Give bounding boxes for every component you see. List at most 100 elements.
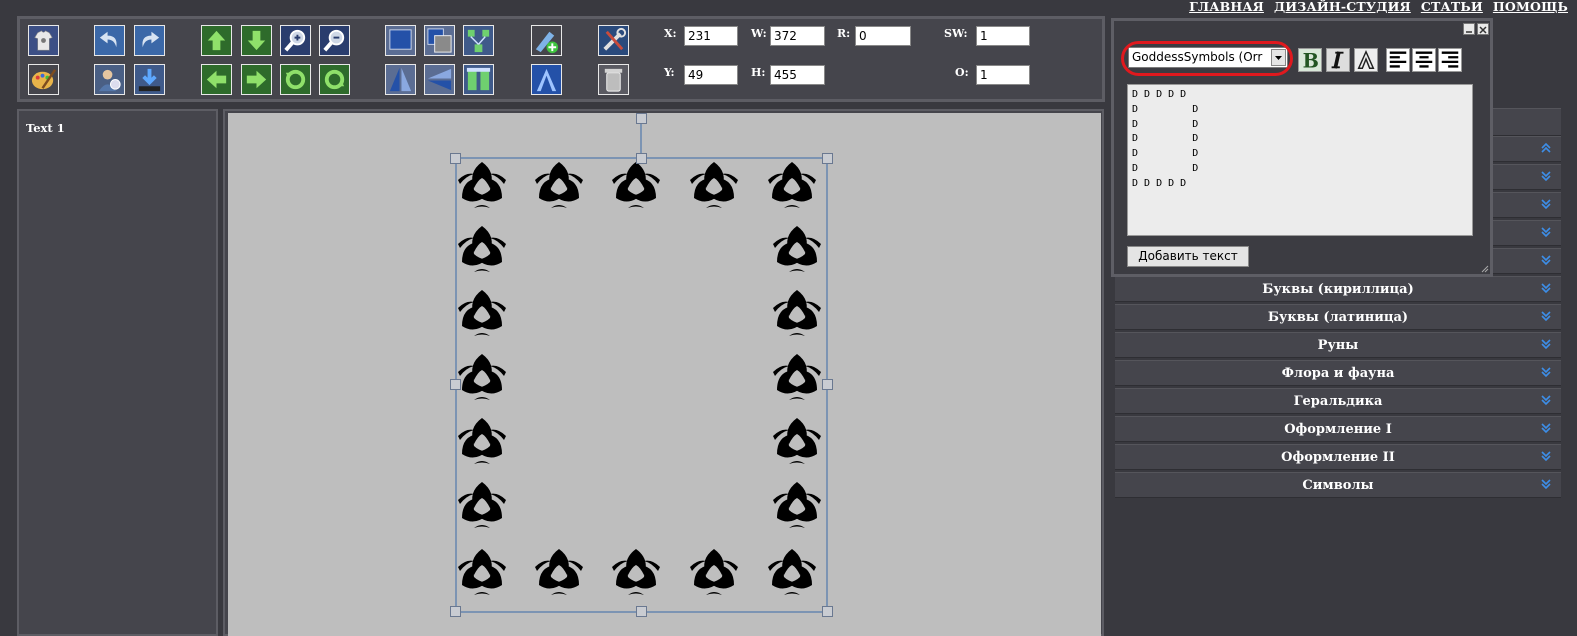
triquetra-symbol-icon bbox=[456, 350, 508, 402]
text-style-icon[interactable] bbox=[531, 64, 562, 95]
text-content-area[interactable]: D D D D D D D D D D D D D D D D D D D D bbox=[1127, 84, 1473, 236]
h-input[interactable]: 455 bbox=[770, 65, 825, 85]
user-image-icon[interactable] bbox=[94, 64, 125, 95]
resize-handle-se[interactable] bbox=[822, 606, 833, 617]
align-right-icon[interactable] bbox=[1438, 48, 1462, 72]
svg-text:B: B bbox=[1303, 49, 1319, 71]
undo-icon[interactable] bbox=[94, 25, 125, 56]
triquetra-symbol-icon bbox=[771, 286, 823, 338]
r-input[interactable]: 0 bbox=[855, 26, 911, 46]
w-input[interactable]: 372 bbox=[770, 26, 825, 46]
chevron-down-icon bbox=[1541, 451, 1551, 462]
category-label: Символы bbox=[1302, 478, 1374, 493]
rotate-handle[interactable] bbox=[636, 113, 647, 124]
send-to-back-icon[interactable] bbox=[424, 25, 455, 56]
resize-grip-icon[interactable] bbox=[1481, 265, 1489, 273]
x-input[interactable]: 231 bbox=[684, 26, 738, 46]
bring-to-front-icon[interactable] bbox=[385, 25, 416, 56]
align-left-icon[interactable] bbox=[1386, 48, 1410, 72]
o-input[interactable]: 1 bbox=[976, 65, 1030, 85]
trash-icon[interactable] bbox=[598, 64, 629, 95]
category-flora-fauna[interactable]: Флора и фауна bbox=[1115, 360, 1561, 386]
o-label: O: bbox=[955, 66, 969, 79]
resize-handle-n[interactable] bbox=[636, 153, 647, 164]
resize-handle-s[interactable] bbox=[636, 606, 647, 617]
category-symbols[interactable]: Символы bbox=[1115, 472, 1561, 498]
triquetra-symbol-icon bbox=[688, 158, 740, 210]
minimize-icon[interactable] bbox=[1463, 23, 1475, 35]
align-center-icon[interactable] bbox=[1412, 48, 1436, 72]
text-dialog: GoddessSymbols (Orr B D D D D D D D D D … bbox=[1111, 18, 1493, 277]
y-input[interactable]: 49 bbox=[684, 65, 738, 85]
redo-icon[interactable] bbox=[134, 25, 165, 56]
triquetra-symbol-icon bbox=[456, 478, 508, 530]
chevron-down-icon bbox=[1541, 339, 1551, 350]
category-label: Флора и фауна bbox=[1281, 366, 1395, 381]
nav-home-link[interactable]: ГЛАВНАЯ bbox=[1189, 0, 1264, 14]
font-select[interactable]: GoddessSymbols (Orr bbox=[1128, 47, 1288, 68]
w-label: W: bbox=[751, 27, 767, 40]
layer-item[interactable]: Text 1 bbox=[19, 111, 216, 145]
move-up-icon[interactable] bbox=[201, 25, 232, 56]
category-decoration-2[interactable]: Оформление II bbox=[1115, 444, 1561, 470]
move-right-icon[interactable] bbox=[241, 64, 272, 95]
resize-handle-sw[interactable] bbox=[450, 606, 461, 617]
design-canvas[interactable] bbox=[228, 113, 1101, 636]
triquetra-symbol-icon bbox=[766, 545, 818, 597]
selection-box bbox=[455, 118, 828, 613]
group-icon[interactable] bbox=[463, 64, 494, 95]
chevron-down-icon bbox=[1541, 395, 1551, 406]
category-label: Буквы (кириллица) bbox=[1262, 282, 1414, 297]
rotate-right-icon[interactable] bbox=[319, 64, 350, 95]
close-icon[interactable] bbox=[1477, 23, 1489, 35]
resize-handle-ne[interactable] bbox=[822, 153, 833, 164]
chevron-down-icon bbox=[1541, 367, 1551, 378]
sw-input[interactable]: 1 bbox=[976, 26, 1030, 46]
chevron-down-icon bbox=[1541, 283, 1551, 294]
triquetra-symbol-icon bbox=[533, 545, 585, 597]
category-cyrillic-letters[interactable]: Буквы (кириллица) bbox=[1115, 276, 1561, 302]
tshirt-product-icon[interactable] bbox=[28, 25, 59, 56]
nav-help-link[interactable]: ПОМОЩЬ bbox=[1493, 0, 1568, 14]
add-text-button[interactable]: Добавить текст bbox=[1127, 246, 1249, 267]
bold-button[interactable]: B bbox=[1298, 48, 1322, 72]
triquetra-symbol-icon bbox=[456, 414, 508, 466]
align-objects-icon[interactable] bbox=[463, 25, 494, 56]
dialog-titlebar[interactable] bbox=[1114, 21, 1490, 37]
x-label: X: bbox=[664, 27, 677, 40]
category-decoration-1[interactable]: Оформление I bbox=[1115, 416, 1561, 442]
underline-button[interactable] bbox=[1354, 48, 1378, 72]
triquetra-symbol-icon bbox=[533, 158, 585, 210]
category-label: Оформление I bbox=[1284, 422, 1392, 437]
flip-vertical-icon[interactable] bbox=[385, 64, 416, 95]
triquetra-symbol-icon bbox=[766, 158, 818, 210]
triquetra-symbol-icon bbox=[610, 545, 662, 597]
add-text-icon[interactable] bbox=[531, 25, 562, 56]
download-icon[interactable] bbox=[134, 64, 165, 95]
rotate-left-icon[interactable] bbox=[280, 64, 311, 95]
triquetra-symbol-icon bbox=[771, 222, 823, 274]
chevron-down-icon bbox=[1541, 311, 1551, 322]
move-down-icon[interactable] bbox=[241, 25, 272, 56]
flip-horizontal-icon[interactable] bbox=[424, 64, 455, 95]
resize-handle-w[interactable] bbox=[450, 379, 461, 390]
italic-button[interactable] bbox=[1326, 48, 1350, 72]
nav-design-studio-link[interactable]: ДИЗАЙН-СТУДИЯ bbox=[1274, 0, 1411, 14]
triquetra-symbol-icon bbox=[610, 158, 662, 210]
resize-handle-e[interactable] bbox=[822, 379, 833, 390]
category-label: Буквы (латиница) bbox=[1267, 310, 1409, 325]
y-label: Y: bbox=[664, 66, 675, 79]
category-latin-letters[interactable]: Буквы (латиница) bbox=[1115, 304, 1561, 330]
settings-tools-icon[interactable] bbox=[598, 25, 629, 56]
category-label: Руны bbox=[1317, 338, 1359, 353]
zoom-out-icon[interactable] bbox=[319, 25, 350, 56]
resize-handle-nw[interactable] bbox=[450, 153, 461, 164]
move-left-icon[interactable] bbox=[201, 64, 232, 95]
palette-icon[interactable] bbox=[28, 64, 59, 95]
zoom-in-icon[interactable] bbox=[280, 25, 311, 56]
chevron-down-icon bbox=[1541, 479, 1551, 490]
category-heraldry[interactable]: Геральдика bbox=[1115, 388, 1561, 414]
category-runes[interactable]: Руны bbox=[1115, 332, 1561, 358]
dropdown-arrow-icon[interactable] bbox=[1271, 49, 1286, 66]
nav-articles-link[interactable]: СТАТЬИ bbox=[1421, 0, 1483, 14]
